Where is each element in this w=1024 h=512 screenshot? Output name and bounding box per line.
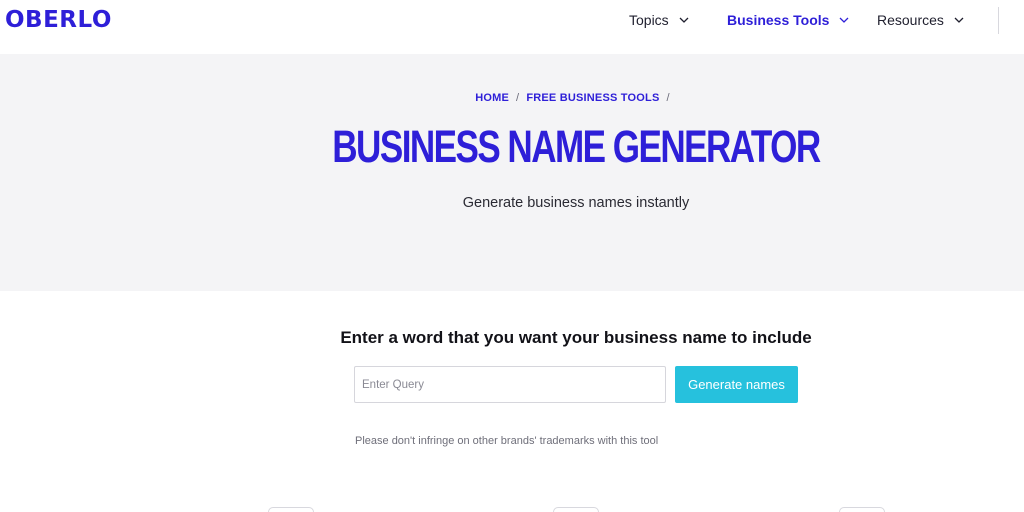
nav-topics-label: Topics	[629, 12, 669, 28]
result-card	[839, 507, 885, 512]
result-card	[553, 507, 599, 512]
result-card	[268, 507, 314, 512]
chevron-down-icon	[678, 14, 690, 26]
query-input[interactable]	[354, 366, 666, 403]
chevron-down-icon	[838, 14, 850, 26]
nav-topics[interactable]: Topics	[629, 12, 690, 28]
trademark-disclaimer: Please don't infringe on other brands' t…	[355, 435, 659, 447]
breadcrumb-free-business-tools[interactable]: FREE BUSINESS TOOLS	[526, 92, 659, 104]
nav-divider	[998, 7, 999, 34]
breadcrumb-separator: /	[666, 92, 670, 104]
generate-names-button[interactable]: Generate names	[675, 366, 798, 403]
breadcrumb: HOME / FREE BUSINESS TOOLS /	[0, 92, 1024, 104]
nav-business-tools[interactable]: Business Tools	[727, 12, 850, 28]
nav-business-tools-label: Business Tools	[727, 12, 830, 28]
oberlo-logo[interactable]: OBERLO	[5, 7, 112, 33]
page-subtitle: Generate business names instantly	[462, 195, 690, 211]
breadcrumb-home[interactable]: HOME	[475, 92, 509, 104]
site-header: OBERLO Topics Business Tools Resources	[0, 0, 1024, 54]
breadcrumb-separator: /	[516, 92, 520, 104]
nav-resources[interactable]: Resources	[877, 12, 965, 28]
nav-resources-label: Resources	[877, 12, 944, 28]
page-title: BUSINESS NAME GENERATOR	[332, 121, 821, 172]
chevron-down-icon	[953, 14, 965, 26]
form-heading: Enter a word that you want your business…	[340, 328, 812, 347]
hero-section: HOME / FREE BUSINESS TOOLS / BUSINESS NAME …	[0, 54, 1024, 291]
